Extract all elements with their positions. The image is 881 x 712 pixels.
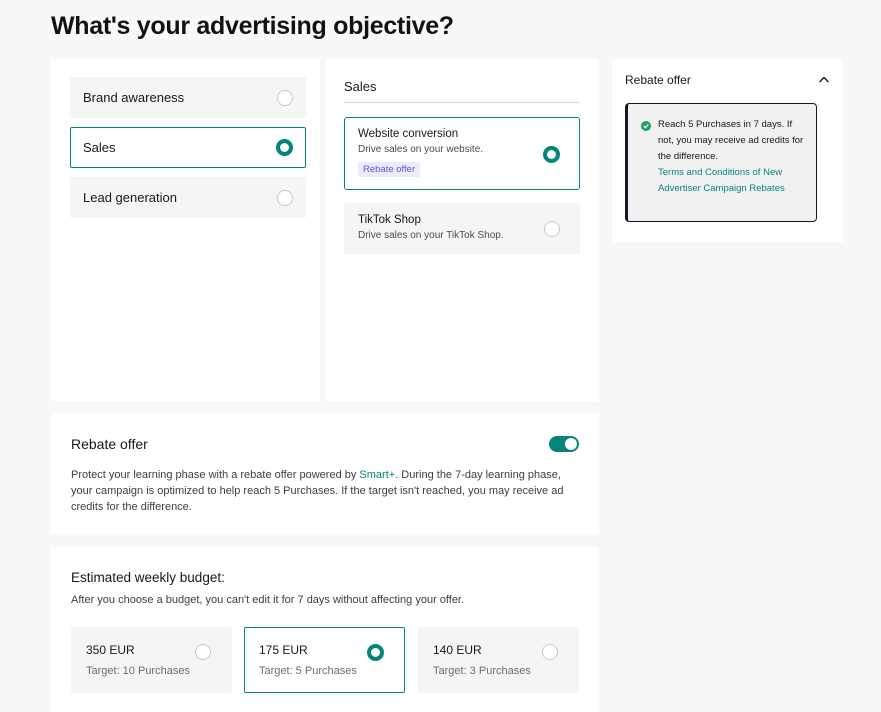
- option-website-conversion[interactable]: Website conversion Drive sales on your w…: [344, 117, 580, 190]
- chevron-up-icon[interactable]: [818, 74, 830, 86]
- budget-option-350[interactable]: 350 EUR Target: 10 Purchases: [71, 627, 232, 693]
- terms-link[interactable]: Terms and Conditions of New Advertiser C…: [658, 165, 806, 197]
- radio-button[interactable]: [542, 644, 558, 660]
- option-title: Website conversion: [358, 128, 459, 140]
- panel-title: Rebate offer: [625, 73, 691, 87]
- budget-target: Target: 5 Purchases: [259, 665, 357, 677]
- option-tiktok-shop[interactable]: TikTok Shop Drive sales on your TikTok S…: [344, 203, 580, 254]
- weekly-budget-card: Estimated weekly budget: After you choos…: [51, 547, 599, 712]
- radio-button-selected[interactable]: [543, 145, 560, 163]
- objective-label: Lead generation: [83, 190, 177, 205]
- rebate-toggle[interactable]: [549, 436, 579, 452]
- budget-option-140[interactable]: 140 EUR Target: 3 Purchases: [418, 627, 579, 693]
- toggle-knob: [565, 438, 577, 450]
- rebate-info-text: Reach 5 Purchases in 7 days. If not, you…: [658, 119, 804, 162]
- objective-label: Sales: [83, 140, 116, 155]
- radio-button[interactable]: [544, 220, 560, 237]
- budget-option-175[interactable]: 175 EUR Target: 5 Purchases: [244, 627, 405, 693]
- radio-button[interactable]: [195, 644, 211, 660]
- option-description: Drive sales on your website.: [358, 144, 484, 155]
- radio-button[interactable]: [277, 189, 293, 206]
- page-title: What's your advertising objective?: [51, 12, 454, 40]
- rebate-info-box: Reach 5 Purchases in 7 days. If not, you…: [625, 103, 817, 222]
- option-title: TikTok Shop: [358, 214, 421, 226]
- rebate-title: Rebate offer: [71, 436, 148, 452]
- rebate-text-before: Protect your learning phase with a rebat…: [71, 469, 360, 481]
- rebate-offer-card: Rebate offer Protect your learning phase…: [51, 413, 599, 534]
- sales-options-panel: Sales Website conversion Drive sales on …: [326, 59, 599, 401]
- budget-target: Target: 10 Purchases: [86, 665, 190, 677]
- rebate-description: Protect your learning phase with a rebat…: [71, 467, 581, 515]
- objective-sales[interactable]: Sales: [70, 127, 306, 168]
- sales-header: Sales: [344, 79, 580, 103]
- radio-button[interactable]: [277, 89, 293, 106]
- smart-plus-link[interactable]: Smart+: [359, 469, 395, 481]
- objective-brand-awareness[interactable]: Brand awareness: [70, 77, 306, 118]
- budget-title: Estimated weekly budget:: [71, 570, 225, 585]
- rebate-offer-tag: Rebate offer: [358, 162, 421, 177]
- objective-list: Brand awareness Sales Lead generation: [51, 59, 320, 401]
- rebate-offer-panel: Rebate offer Reach 5 Purchases in 7 days…: [612, 59, 843, 242]
- option-description: Drive sales on your TikTok Shop.: [358, 230, 504, 241]
- radio-button-selected[interactable]: [367, 644, 384, 661]
- check-circle-icon: [641, 121, 651, 131]
- budget-target: Target: 3 Purchases: [433, 665, 531, 677]
- radio-button-selected[interactable]: [276, 139, 293, 156]
- objective-lead-generation[interactable]: Lead generation: [70, 177, 306, 218]
- budget-subtitle: After you choose a budget, you can't edi…: [71, 594, 465, 606]
- objective-label: Brand awareness: [83, 90, 185, 105]
